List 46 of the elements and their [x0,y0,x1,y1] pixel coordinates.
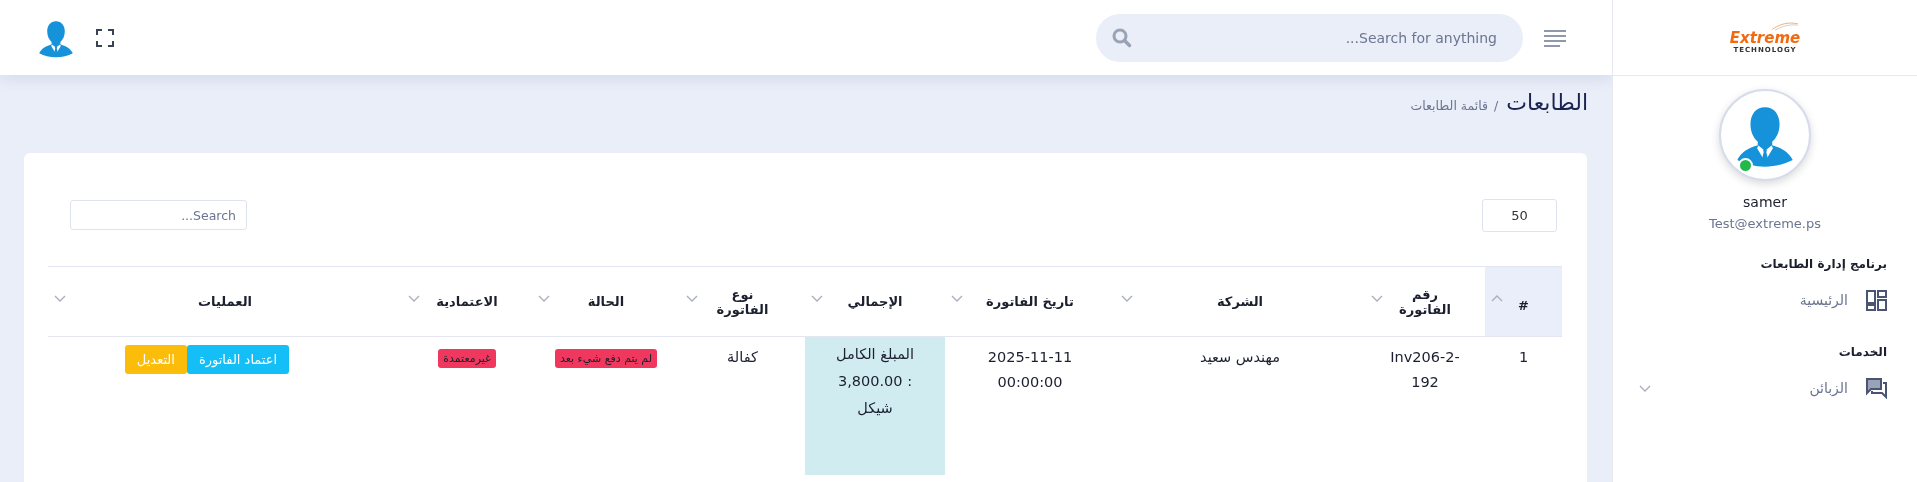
user-name: samer [1742,194,1788,210]
sidebar-item-label: الرئيسية [1799,292,1848,308]
sidebar-item[interactable]: الرئيسية [1613,277,1917,323]
status-badge: غيرمعتمدة [438,349,496,368]
column-header[interactable]: الشركة [1115,266,1365,337]
sort-icon[interactable] [1121,295,1133,302]
status-badge: لم يتم دفع شيء بعد [554,349,658,368]
table-cell-text: مهندس سعيد [1200,348,1280,368]
table-cell-text: 2025-11-11 00:00:00 [986,348,1074,392]
sort-icon[interactable] [811,295,823,302]
search-field[interactable]: Search... [70,200,247,230]
sort-icon[interactable] [686,295,698,302]
page-size-select[interactable]: 50 [1482,198,1557,232]
sort-icon[interactable] [1491,295,1503,302]
sidebar-item-label: الزبائن [1809,380,1848,396]
sidebar-section-title: الخدمات [1837,345,1888,359]
column-header[interactable]: تاريخ الفاتورة [945,266,1115,337]
sort-icon[interactable] [1371,295,1383,302]
column-header[interactable]: الإجمالي [805,266,945,337]
table-cell-text: كفالة [727,348,758,367]
search-field[interactable]: Search for anything... [1096,13,1523,62]
column-header[interactable]: رقم الفاتورة [1365,266,1485,337]
sort-icon[interactable] [54,295,66,302]
sidebar-item[interactable]: الزبائن [1613,365,1917,411]
fullscreen-icon[interactable] [96,28,114,47]
breadcrumb-link[interactable]: قائمة الطابعات [1410,98,1489,113]
menu-icon[interactable] [1543,28,1567,47]
column-header[interactable]: # [1485,266,1562,337]
table-cell-text: 1 [1518,348,1529,367]
sort-icon[interactable] [408,295,420,302]
dashboard-icon [1866,289,1887,311]
amount-cell-text: المبلغ الكامل : 3,800.00 شيكل [835,345,915,418]
sidebar-section-title: برنامج إدارة الطابعات [1759,257,1888,271]
brand-name: Extreme [1729,30,1801,46]
table-cell-text: Inv206-2-192 [1389,348,1461,392]
column-header[interactable]: الاعتمادية [402,266,532,337]
column-header[interactable]: الحالة [532,266,680,337]
user-email: Test@extreme.ps [1707,216,1822,231]
page-title: الطابعات [1506,90,1588,115]
chat-icon [1866,377,1887,399]
column-header[interactable]: نوع الفاتورة [680,266,805,337]
column-header[interactable]: العمليات [48,266,402,337]
breadcrumb-separator: / [1494,98,1499,113]
search-icon [1112,27,1132,48]
sort-icon[interactable] [951,295,963,302]
sort-icon[interactable] [538,295,550,302]
